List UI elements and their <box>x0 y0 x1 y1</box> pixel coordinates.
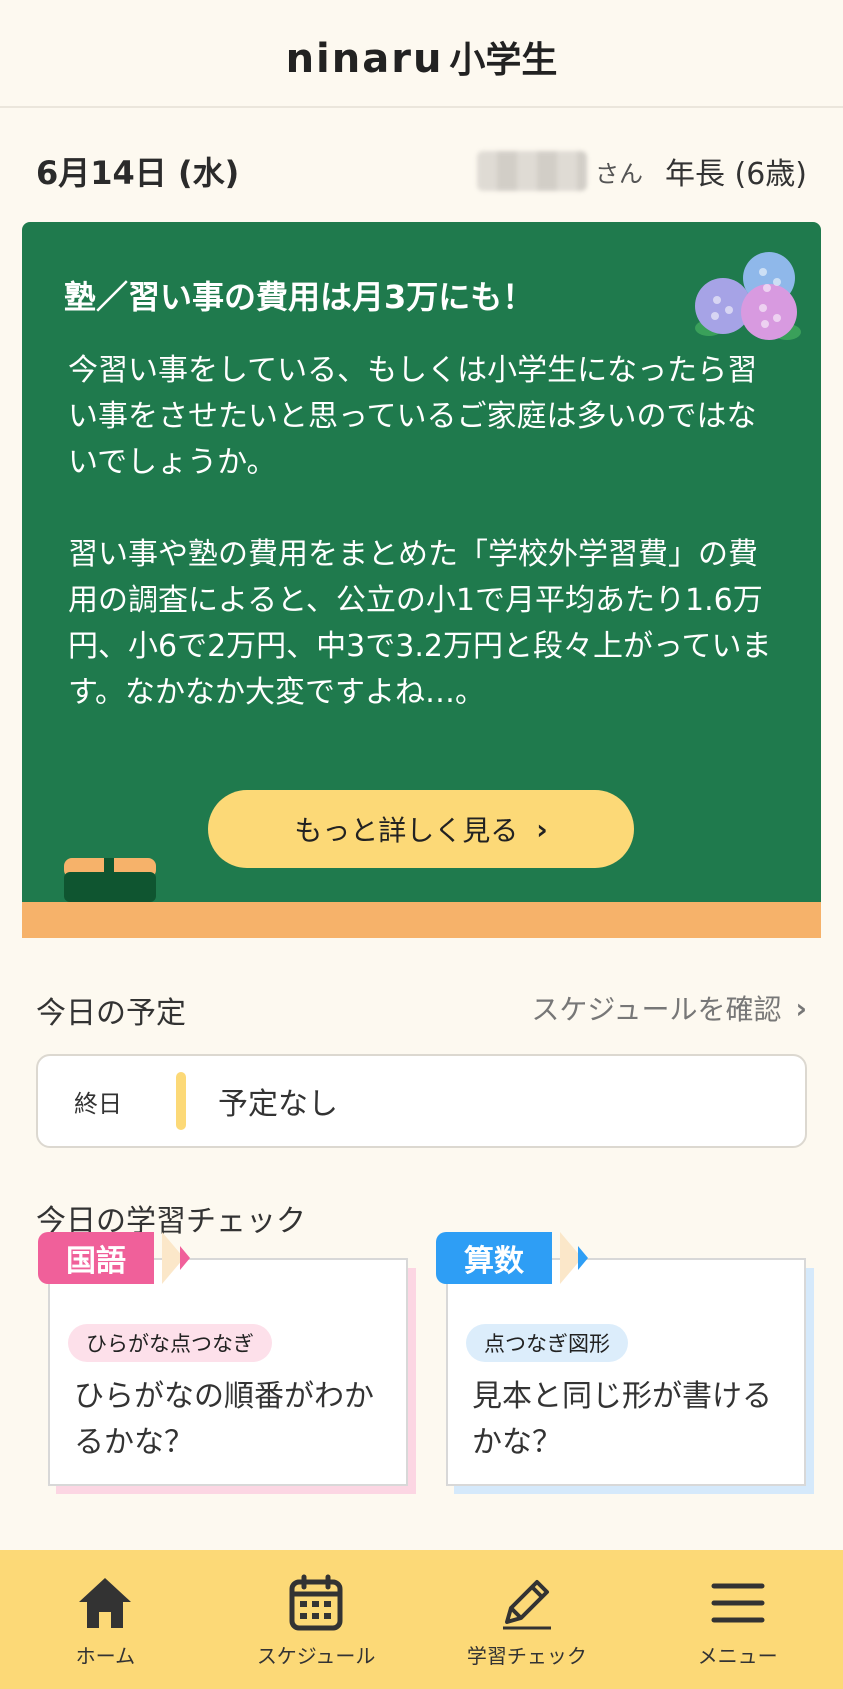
menu-icon <box>711 1583 765 1623</box>
feature-article-card: 塾／習い事の費用は月3万にも！ 今習い事をしている、もしくは小学生になったら習い… <box>22 222 821 938</box>
app-logo[interactable]: ninaru 小学生 <box>286 31 558 83</box>
nav-study-check[interactable]: 学習チェック <box>422 1550 633 1689</box>
child-grade: 年長 (6歳) <box>664 157 807 192</box>
nav-label: ホーム <box>75 1644 136 1668</box>
home-icon <box>79 1578 132 1628</box>
nav-schedule[interactable]: スケジュール <box>211 1550 422 1689</box>
child-info: さん 年長 (6歳) <box>476 149 807 193</box>
today-date: 6月14日 (水) <box>36 154 240 192</box>
hydrangea-icon <box>695 252 801 340</box>
nav-label: 学習チェック <box>466 1644 587 1668</box>
pencil-lead-icon <box>578 1246 588 1270</box>
feature-title: 塾／習い事の費用は月3万にも！ <box>64 278 535 316</box>
feature-body: 今習い事をしている、もしくは小学生になったら習い事をさせたいと思っているご家庭は… <box>68 348 778 716</box>
feature-paragraph: 習い事や塾の費用をまとめた「学校外学習費」の費用の調査によると、公立の小1で月平… <box>68 537 772 710</box>
pencil-lead-icon <box>180 1246 190 1270</box>
child-name-suffix: さん <box>594 159 643 188</box>
read-more-button[interactable]: もっと詳しく見る › <box>208 790 634 868</box>
view-schedule-label: スケジュールを確認 <box>531 993 782 1026</box>
subject-tag: 国語 <box>38 1232 154 1284</box>
subject-tag: 算数 <box>436 1232 552 1284</box>
date-row: 6月14日 (水) さん 年長 (6歳) <box>36 146 807 196</box>
study-card-japanese[interactable]: 国語 ひらがな点つなぎ ひらがなの順番がわかるかな？ <box>38 1232 416 1494</box>
study-question: 見本と同じ形が書けるかな？ <box>472 1379 772 1460</box>
study-question: ひらがなの順番がわかるかな？ <box>74 1379 374 1460</box>
logo-text: ninaru <box>285 36 444 82</box>
schedule-time: 終日 <box>74 1089 122 1118</box>
chevron-right-icon: › <box>795 991 807 1025</box>
pencil-icon <box>502 1580 551 1630</box>
study-category: 点つなぎ図形 <box>466 1324 628 1362</box>
schedule-section-title: 今日の予定 <box>36 996 186 1031</box>
nav-menu[interactable]: メニュー <box>632 1550 843 1689</box>
schedule-card[interactable]: 終日 予定なし <box>36 1054 807 1148</box>
nav-label: スケジュール <box>256 1644 376 1668</box>
study-card-math[interactable]: 算数 点つなぎ図形 見本と同じ形が書けるかな？ <box>436 1232 814 1494</box>
app-header: ninaru 小学生 <box>0 0 843 108</box>
logo-subtitle: 小学生 <box>449 40 558 81</box>
chevron-right-icon: › <box>536 812 548 846</box>
feature-paragraph: 今習い事をしている、もしくは小学生になったら習い事をさせたいと思っているご家庭は… <box>68 353 758 480</box>
calendar-icon <box>289 1574 343 1631</box>
eraser-icon <box>64 858 156 902</box>
study-category: ひらがな点つなぎ <box>68 1324 272 1362</box>
read-more-label: もっと詳しく見る <box>294 814 519 847</box>
view-schedule-link[interactable]: スケジュールを確認 › <box>531 988 807 1028</box>
child-name-redacted <box>476 151 587 191</box>
schedule-entry: 予定なし <box>218 1087 338 1122</box>
nav-home[interactable]: ホーム <box>0 1550 211 1689</box>
nav-label: メニュー <box>697 1644 778 1668</box>
schedule-marker <box>176 1072 186 1130</box>
chalk-ledge <box>22 902 821 938</box>
bottom-nav: ホーム スケジュール 学習チェック メニュー <box>0 1550 843 1689</box>
